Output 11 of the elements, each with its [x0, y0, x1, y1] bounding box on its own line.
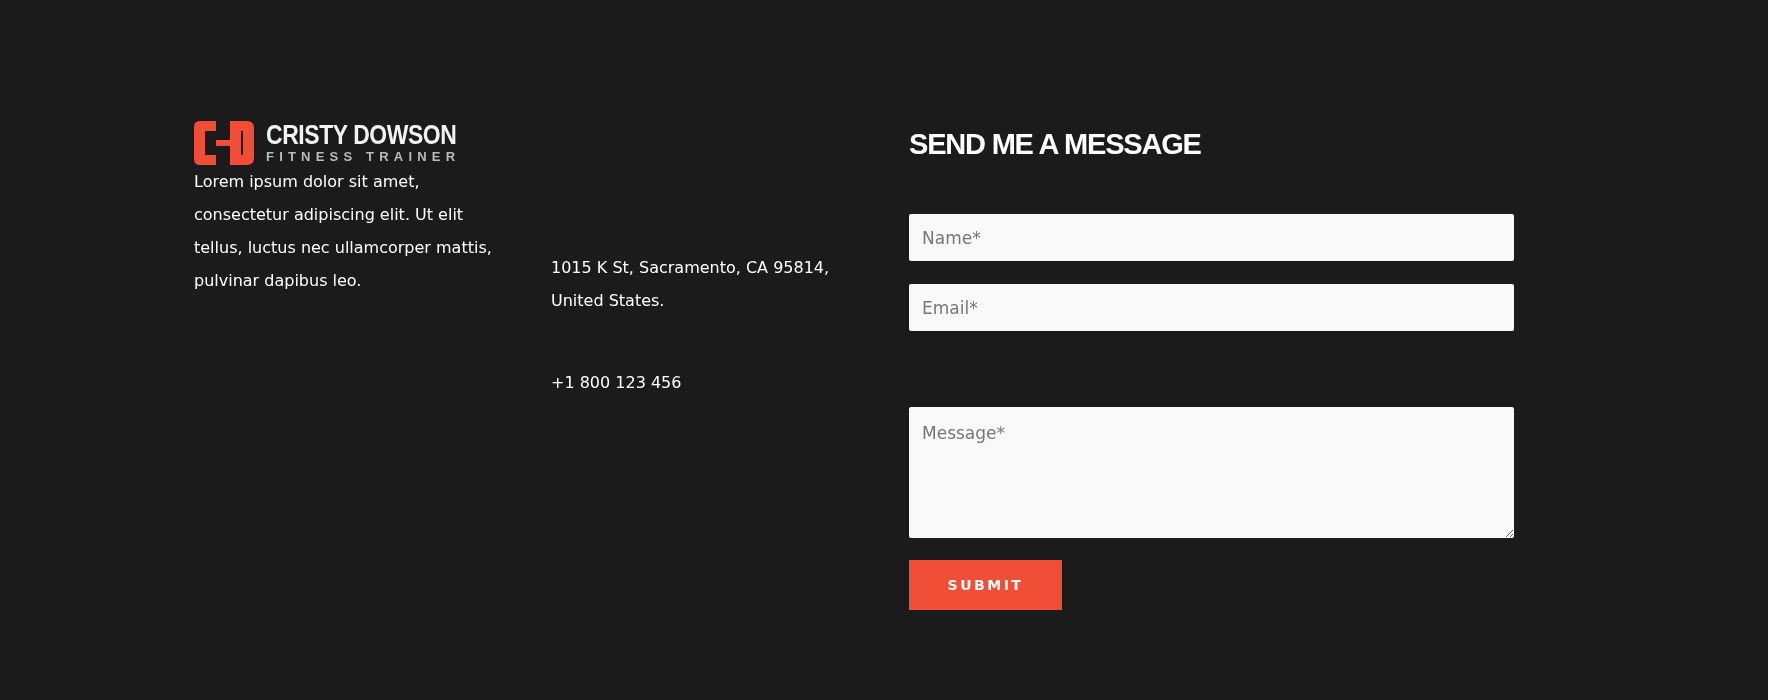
phone-text: +1 800 123 456 — [551, 372, 683, 394]
logo-icon — [194, 121, 254, 165]
about-text: Lorem ipsum dolor sit amet, consectetur adipiscing elit. Ut elit tellus, luctus nec ullamcorper mattis, pulvinar dapibus leo. — [194, 171, 493, 292]
submit-button[interactable]: SUBMIT — [909, 560, 1062, 610]
message-field[interactable]: Message* — [909, 407, 1514, 538]
input-field[interactable]: Email* — [909, 284, 1514, 331]
input-field[interactable]: Name* — [909, 214, 1514, 261]
brand-tagline: FITNESS TRAINER — [266, 148, 462, 165]
address-text: 1015 K St, Sacramento, CA 95814, United States. — [551, 257, 831, 312]
form-title: SEND ME A MESSAGE — [909, 127, 1202, 161]
brand-name: CRISTY DOWSON — [266, 121, 457, 149]
